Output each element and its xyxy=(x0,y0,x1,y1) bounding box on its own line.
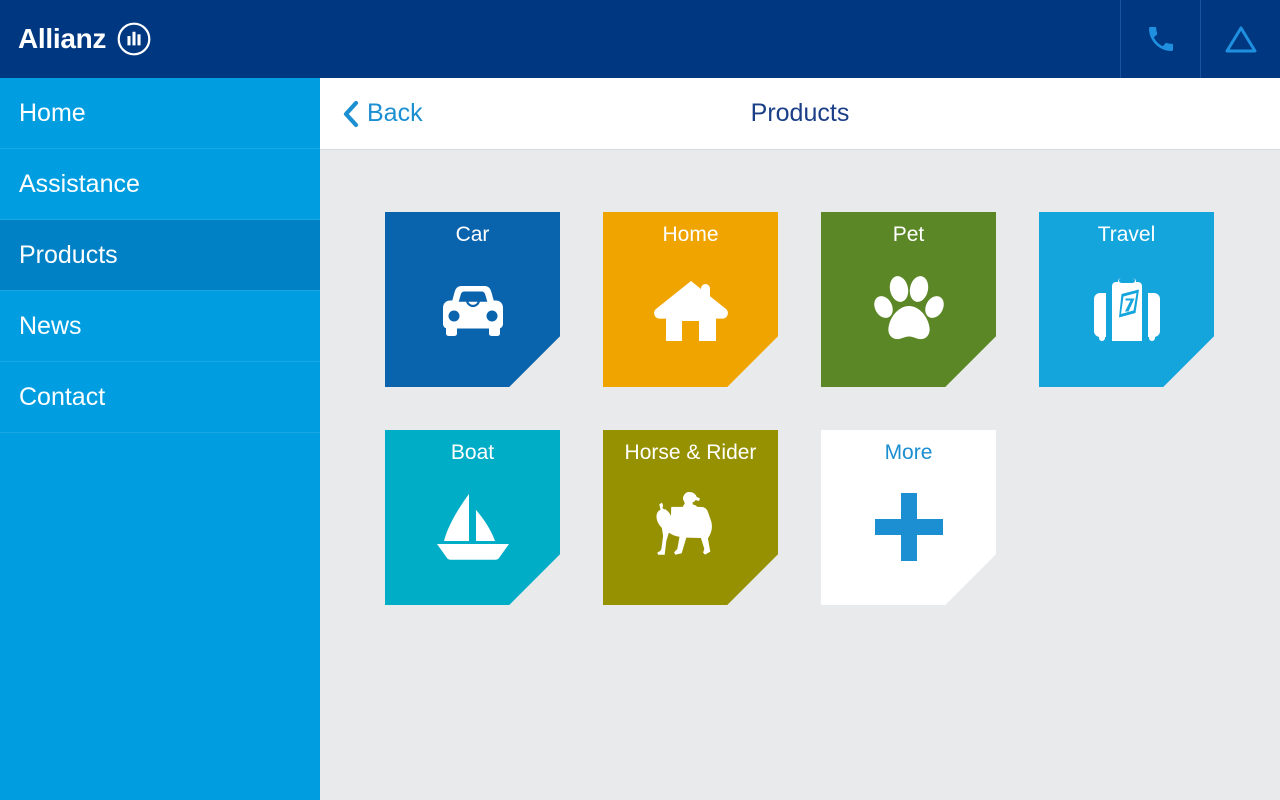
sidebar-item-contact[interactable]: Contact xyxy=(0,362,320,433)
car-icon xyxy=(385,247,560,387)
plus-icon xyxy=(821,465,996,605)
app-root: Allianz Home Assistance Products News Co… xyxy=(0,0,1280,800)
tile-label: More xyxy=(884,441,933,464)
page-title: Products xyxy=(750,99,850,127)
sidebar-item-home[interactable]: Home xyxy=(0,78,320,149)
warning-button[interactable] xyxy=(1200,0,1280,78)
product-tile-grid: Car Home Pet Travel Boat Horse & Rider M… xyxy=(385,212,1235,605)
brand-name: Allianz xyxy=(18,23,107,54)
suitcase-icon xyxy=(1039,247,1214,387)
tile-pet[interactable]: Pet xyxy=(821,212,996,387)
tile-boat[interactable]: Boat xyxy=(385,430,560,605)
tile-home[interactable]: Home xyxy=(603,212,778,387)
warning-triangle-icon xyxy=(1224,24,1258,54)
sidebar-item-label: Contact xyxy=(19,382,106,411)
content-header: Back Products xyxy=(320,78,1280,150)
house-icon xyxy=(603,247,778,387)
top-bar-actions xyxy=(1120,0,1280,78)
tile-horse-rider[interactable]: Horse & Rider xyxy=(603,430,778,605)
sidebar-item-assistance[interactable]: Assistance xyxy=(0,149,320,220)
tile-more[interactable]: More xyxy=(821,430,996,605)
back-button[interactable]: Back xyxy=(342,99,423,128)
paw-icon xyxy=(821,247,996,387)
sidebar-item-products[interactable]: Products xyxy=(0,220,320,291)
tile-label: Pet xyxy=(892,223,925,246)
tile-travel[interactable]: Travel xyxy=(1039,212,1214,387)
horse-rider-icon xyxy=(603,465,778,605)
tile-label: Travel xyxy=(1097,223,1156,246)
tile-label: Car xyxy=(455,223,490,246)
sidebar-item-news[interactable]: News xyxy=(0,291,320,362)
allianz-logo-mark-icon xyxy=(117,22,151,56)
sidebar-item-label: News xyxy=(19,311,82,340)
chevron-left-icon xyxy=(342,100,359,128)
tile-label: Home xyxy=(662,223,719,246)
back-label: Back xyxy=(367,99,423,127)
sidebar-item-label: Home xyxy=(19,98,86,127)
sidebar-item-label: Products xyxy=(19,240,118,269)
tile-label: Boat xyxy=(450,441,495,464)
sidebar-item-label: Assistance xyxy=(19,169,140,198)
content-area: Back Products Car Home Pet Travel Boat H… xyxy=(320,78,1280,800)
sailboat-icon xyxy=(385,465,560,605)
allianz-brand-logo: Allianz xyxy=(18,22,151,56)
tile-car[interactable]: Car xyxy=(385,212,560,387)
top-bar: Allianz xyxy=(0,0,1280,78)
tile-label: Horse & Rider xyxy=(624,441,757,464)
phone-button[interactable] xyxy=(1120,0,1200,78)
sidebar-nav: Home Assistance Products News Contact xyxy=(0,78,320,800)
phone-icon xyxy=(1145,23,1177,55)
